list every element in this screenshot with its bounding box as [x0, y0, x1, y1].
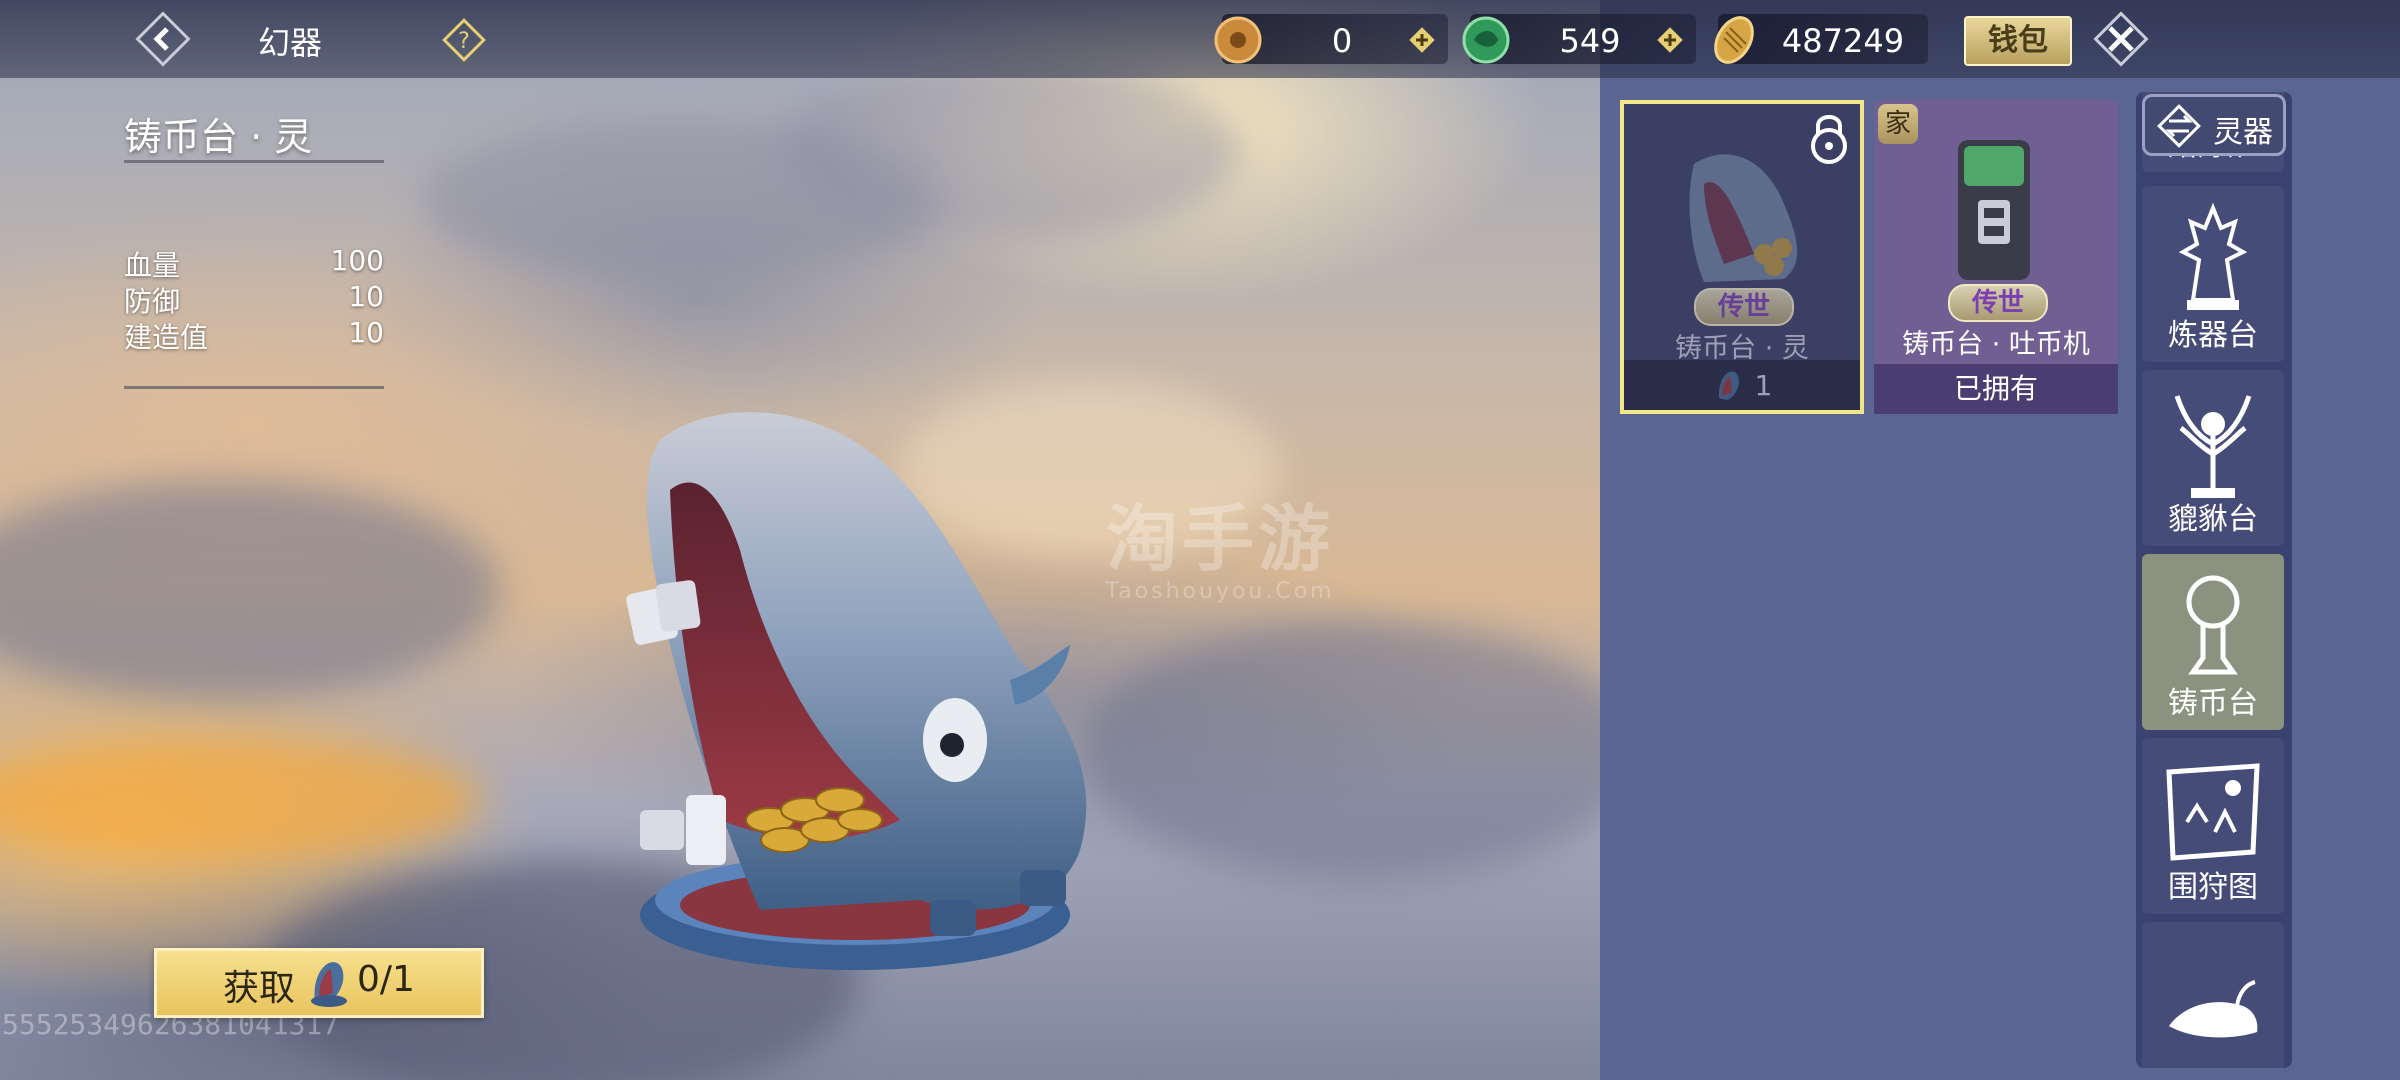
- jade-value: 549: [1559, 22, 1621, 60]
- lock-icon: [1811, 115, 1847, 164]
- creature-mini-icon: [311, 962, 347, 1007]
- tab-forge[interactable]: 炼器台: [2142, 186, 2284, 362]
- resource-shell: 487249: [1714, 14, 1928, 64]
- question-icon: ?: [442, 18, 486, 62]
- jade-coin-icon: [1462, 16, 1510, 64]
- resource-bronze: 0: [1214, 14, 1448, 64]
- rarity-badge: 传世: [1948, 284, 2048, 322]
- resource-jade: 549: [1462, 14, 1696, 64]
- tab-label: 炼器台: [2168, 318, 2258, 353]
- pixiu-tree-icon: [2174, 395, 2252, 498]
- plus-icon[interactable]: [1656, 26, 1684, 54]
- chevron-left-icon: [135, 11, 191, 67]
- close-button[interactable]: [2090, 8, 2152, 70]
- tab-pixiu[interactable]: 貔貅台: [2142, 370, 2284, 546]
- item-card-footer: 1: [1624, 360, 1860, 410]
- help-button[interactable]: ?: [440, 16, 488, 64]
- forge-statue-icon: [2178, 202, 2248, 310]
- tab-label: 铸币台: [2168, 686, 2258, 721]
- bronze-coin-icon: [1214, 16, 1262, 64]
- close-icon: [2093, 11, 2149, 67]
- watermark-text: 淘手游: [1105, 497, 1334, 581]
- tab-label: 围狩图: [2168, 870, 2258, 905]
- stat-label: 建造值: [124, 321, 209, 354]
- item-card-selected[interactable]: 传世 铸币台 · 灵 1: [1620, 100, 1864, 414]
- creature-icon: [2169, 980, 2258, 1038]
- top-bar: 幻器 ? 0 549 487249 钱包: [0, 0, 2400, 78]
- svg-text:?: ?: [458, 29, 470, 54]
- swap-arrows-icon: [2157, 104, 2201, 148]
- stat-label: 防御: [124, 285, 181, 318]
- tab-mint[interactable]: 铸币台: [2142, 554, 2284, 730]
- divider: [124, 160, 384, 163]
- stat-value: 10: [348, 316, 384, 349]
- category-tabs: 熔炼炉 炼器台 貔貅台 铸币台 围狩图: [2136, 92, 2292, 1068]
- item-thumbnail: [1958, 140, 2030, 280]
- hunting-map-icon: [2166, 763, 2260, 861]
- wallet-button[interactable]: 钱包: [1964, 16, 2072, 66]
- stat-value: 100: [330, 244, 384, 277]
- item-card-name: 铸币台 · 吐币机: [1902, 329, 2090, 360]
- stat-value: 10: [348, 280, 384, 313]
- stat-label: 血量: [124, 249, 181, 282]
- page-title: 幻器: [258, 24, 323, 62]
- shell-value: 487249: [1781, 22, 1905, 60]
- mint-pedestal-icon: [2186, 575, 2240, 675]
- creature-mini-icon: [1718, 371, 1739, 400]
- category-switch-button[interactable]: 灵器: [2142, 94, 2286, 156]
- item-card-footer: 已拥有: [1874, 364, 2118, 414]
- rarity-badge: 传世: [1694, 288, 1794, 326]
- divider: [124, 386, 384, 389]
- tab-creature[interactable]: [2142, 922, 2284, 1068]
- tab-hunting[interactable]: 围狩图: [2142, 738, 2284, 914]
- home-badge: 家: [1878, 104, 1918, 144]
- item-card-count: 1: [1754, 369, 1773, 402]
- shell-coin-icon: [1714, 16, 1754, 64]
- item-thumbnail: [1689, 154, 1798, 282]
- obtain-label: 获取: [223, 968, 296, 1009]
- bronze-value: 0: [1331, 22, 1353, 60]
- obtain-button[interactable]: 获取 0/1: [154, 948, 484, 1018]
- plus-icon[interactable]: [1408, 26, 1436, 54]
- obtain-count: 0/1: [357, 959, 415, 1000]
- item-name: 铸币台 · 灵: [124, 115, 313, 159]
- back-button[interactable]: [134, 10, 192, 68]
- watermark-sub: Taoshouyou.Com: [1105, 579, 1335, 604]
- watermark: 淘手游 Taoshouyou.Com: [1070, 480, 1370, 604]
- tab-label: 貔貅台: [2168, 502, 2258, 537]
- category-switch-label: 灵器: [2213, 115, 2273, 150]
- item-card[interactable]: 家 传世 铸币台 · 吐币机 已拥有: [1874, 100, 2118, 414]
